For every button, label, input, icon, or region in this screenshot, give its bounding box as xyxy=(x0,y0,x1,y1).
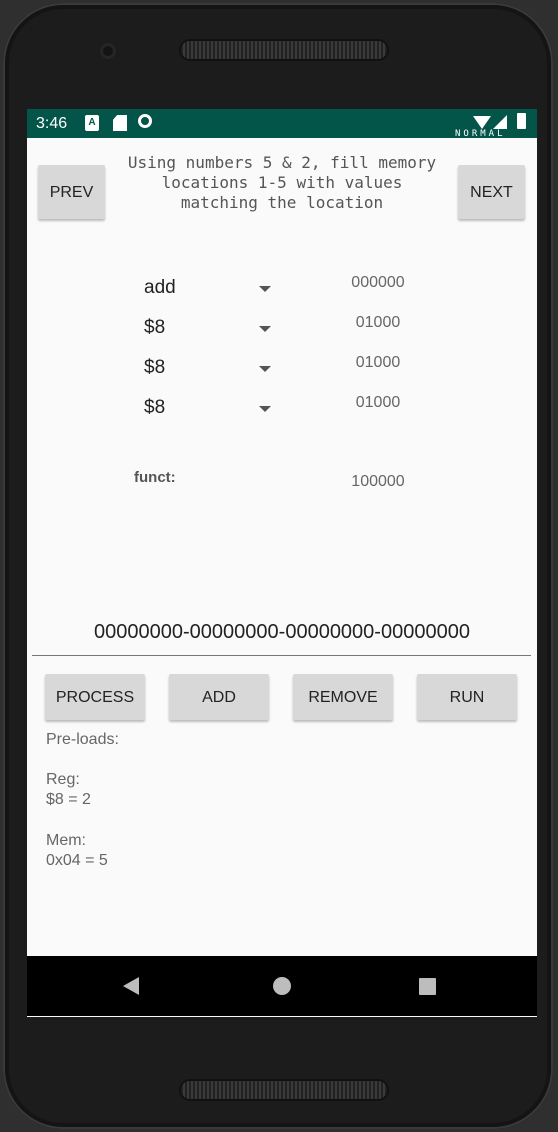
dropdown-arrow-icon xyxy=(259,326,271,332)
wifi-icon xyxy=(473,116,491,129)
funct-label: funct: xyxy=(134,469,176,486)
system-navigation-bar xyxy=(27,956,537,1016)
reg-label: Reg: xyxy=(46,771,80,788)
process-button[interactable]: PROCESS xyxy=(45,674,145,720)
app-screen: 3:46 A NORMAL PREV Using numbers 5 & 2, … xyxy=(27,109,537,1017)
opcode-binary: 000000 xyxy=(351,274,405,291)
cell-signal-icon xyxy=(493,115,507,129)
dropdown-arrow-icon xyxy=(259,406,271,412)
opcode-spinner[interactable]: add xyxy=(144,273,272,303)
recents-icon[interactable] xyxy=(419,978,436,995)
a-badge-icon: A xyxy=(85,115,99,131)
rs-register-spinner[interactable]: $8 xyxy=(144,313,272,343)
mem-label: Mem: xyxy=(46,832,86,849)
status-bar: 3:46 A NORMAL xyxy=(27,109,537,139)
home-icon[interactable] xyxy=(273,977,291,995)
opcode-spinner-value: add xyxy=(144,277,176,298)
rd-binary: 01000 xyxy=(355,394,401,411)
rt-spinner-value: $8 xyxy=(144,357,166,378)
back-icon[interactable] xyxy=(123,977,139,995)
instruction-text: Using numbers 5 & 2, fill memory locatio… xyxy=(127,153,437,212)
rt-register-spinner[interactable]: $8 xyxy=(144,353,272,383)
rs-binary: 01000 xyxy=(355,314,401,331)
divider xyxy=(32,655,531,656)
mem-value: 0x04 = 5 xyxy=(46,852,108,869)
status-time: 3:46 xyxy=(36,115,68,132)
bottom-speaker xyxy=(181,1081,387,1099)
sync-icon xyxy=(138,114,152,128)
carrier-label: NORMAL xyxy=(455,129,506,139)
next-button[interactable]: NEXT xyxy=(458,165,525,219)
dropdown-arrow-icon xyxy=(259,286,271,292)
dropdown-arrow-icon xyxy=(259,366,271,372)
machine-code-display: 00000000-00000000-00000000-00000000 xyxy=(94,621,470,643)
rd-spinner-value: $8 xyxy=(144,397,166,418)
run-button[interactable]: RUN xyxy=(417,674,517,720)
rs-spinner-value: $8 xyxy=(144,317,166,338)
front-camera xyxy=(100,43,116,59)
reg-value: $8 = 2 xyxy=(46,791,91,808)
add-button[interactable]: ADD xyxy=(169,674,269,720)
rd-register-spinner[interactable]: $8 xyxy=(144,393,272,423)
remove-button[interactable]: REMOVE xyxy=(293,674,393,720)
sd-card-icon xyxy=(113,115,127,131)
earpiece-speaker xyxy=(181,41,387,59)
preloads-title: Pre-loads: xyxy=(46,731,119,748)
prev-button[interactable]: PREV xyxy=(38,165,105,219)
rt-binary: 01000 xyxy=(355,354,401,371)
funct-binary: 100000 xyxy=(351,473,405,490)
battery-icon xyxy=(517,113,526,129)
